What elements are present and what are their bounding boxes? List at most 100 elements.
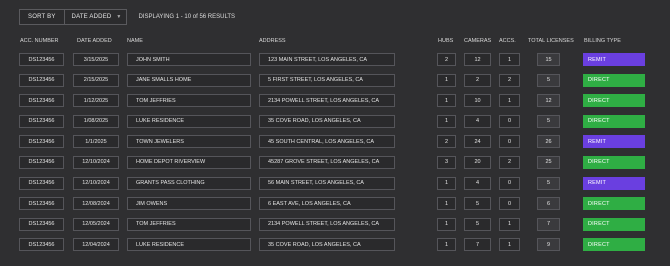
total-licenses-cell: 15 [537,53,560,66]
cameras-cell: 2 [464,73,491,87]
date-added-cell: 1/1/2025 [73,135,119,149]
address-cell: 45287 GROVE STREET, LOS ANGELES, CA [259,155,395,169]
hubs-cell: 2 [437,53,456,66]
sort-label: SORT BY [20,10,65,24]
billing-type-badge[interactable]: DIRECT [583,94,645,108]
date-added-cell: 12/04/2024 [73,238,119,252]
total-licenses-cell: 5 [537,73,560,87]
chevron-down-icon: ▼ [116,14,122,20]
header-date-added[interactable]: DATE ADDED [77,38,112,44]
name-cell: LUKE RESIDENCE [127,114,251,128]
acc-number-cell: DS123456 [19,135,64,149]
name-cell: TOWN JEWELERS [127,135,251,149]
address-cell: 35 COVE ROAD, LOS ANGELES, CA [259,114,395,128]
date-added-cell: 3/15/2025 [73,53,119,66]
cameras-cell: 12 [464,53,491,66]
date-added-cell: 2/15/2025 [73,73,119,87]
table-body: DS123456 3/15/2025 JOHN SMITH 123 MAIN STRE… [0,53,670,259]
acc-number-cell: DS123456 [19,53,64,66]
accs-cell: 1 [499,238,520,252]
table-row[interactable]: DS123456 12/10/2024 HOME DEPOT RIVERVIEW 45… [0,155,670,177]
accs-cell: 0 [499,114,520,128]
date-added-cell: 12/08/2024 [73,197,119,211]
header-accs[interactable]: ACCS. [499,38,516,44]
hubs-cell: 1 [437,114,456,128]
name-cell: GRANTS PASS CLOTHING [127,176,251,190]
results-count: DISPLAYING 1 - 10 of 56 RESULTS [138,14,236,20]
acc-number-cell: DS123456 [19,155,64,169]
table-row[interactable]: DS123456 12/05/2024 TOM JEFFRIES 2134 POWEL… [0,217,670,239]
table-row[interactable]: DS123456 12/10/2024 GRANTS PASS CLOTHING 56… [0,176,670,198]
hubs-cell: 3 [437,155,456,169]
address-cell: 2134 POWELL STREET, LOS ANGELES, CA [259,94,395,108]
billing-type-badge[interactable]: DIRECT [583,238,645,252]
table-row[interactable]: DS123456 1/08/2025 LUKE RESIDENCE 35 COVE R… [0,114,670,136]
header-total-licenses[interactable]: TOTAL LICENSES [528,38,574,44]
address-cell: 2134 POWELL STREET, LOS ANGELES, CA [259,217,395,231]
header-cameras[interactable]: CAMERAS [464,38,491,44]
accs-cell: 0 [499,176,520,190]
table-row[interactable]: DS123456 3/15/2025 JOHN SMITH 123 MAIN STRE… [0,53,670,74]
total-licenses-cell: 5 [537,176,560,190]
date-added-cell: 1/12/2025 [73,94,119,108]
billing-type-badge[interactable]: DIRECT [583,197,645,211]
name-cell: JANE SMALLS HOME [127,73,251,87]
header-billing-type[interactable]: BILLING TYPE [584,38,621,44]
accs-cell: 2 [499,155,520,169]
accs-cell: 1 [499,53,520,66]
table-row[interactable]: DS123456 1/1/2025 TOWN JEWELERS 45 SOUTH CE… [0,135,670,156]
billing-type-badge[interactable]: DIRECT [583,114,645,128]
address-cell: 123 MAIN STREET, LOS ANGELES, CA [259,53,395,66]
address-cell: 5 FIRST STREET, LOS ANGELES, CA [259,73,395,87]
cameras-cell: 10 [464,94,491,108]
total-licenses-cell: 6 [537,197,560,211]
table-row[interactable]: DS123456 12/04/2024 LUKE RESIDENCE 35 COVE … [0,238,670,259]
header-address[interactable]: ADDRESS [259,38,286,44]
header-acc-number[interactable]: ACC. NUMBER [20,38,59,44]
total-licenses-cell: 5 [537,114,560,128]
address-cell: 35 COVE ROAD, LOS ANGELES, CA [259,238,395,252]
hubs-cell: 1 [437,94,456,108]
hubs-cell: 1 [437,238,456,252]
sort-dropdown[interactable]: DATE ADDED ▼ [65,10,126,24]
name-cell: TOM JEFFRIES [127,94,251,108]
table-row[interactable]: DS123456 12/08/2024 JIM OWENS 6 EAST AVE, L… [0,197,670,218]
total-licenses-cell: 25 [537,155,560,169]
sort-value: DATE ADDED [71,14,112,20]
billing-type-badge[interactable]: REMIT [583,176,645,190]
total-licenses-cell: 26 [537,135,560,149]
header-hubs[interactable]: HUBS [438,38,453,44]
hubs-cell: 1 [437,217,456,231]
accs-cell: 1 [499,217,520,231]
address-cell: 56 MAIN STREET, LOS ANGELES, CA [259,176,395,190]
hubs-cell: 1 [437,176,456,190]
acc-number-cell: DS123456 [19,238,64,252]
name-cell: JOHN SMITH [127,53,251,66]
total-licenses-cell: 12 [537,94,560,108]
cameras-cell: 5 [464,197,491,211]
hubs-cell: 1 [437,73,456,87]
cameras-cell: 4 [464,176,491,190]
cameras-cell: 20 [464,155,491,169]
accs-cell: 2 [499,73,520,87]
total-licenses-cell: 9 [537,238,560,252]
billing-type-badge[interactable]: DIRECT [583,155,645,169]
billing-type-badge[interactable]: DIRECT [583,217,645,231]
header-name[interactable]: NAME [127,38,143,44]
cameras-cell: 4 [464,114,491,128]
billing-type-badge[interactable]: DIRECT [583,73,645,87]
table-row[interactable]: DS123456 2/15/2025 JANE SMALLS HOME 5 FIRST… [0,73,670,95]
acc-number-cell: DS123456 [19,217,64,231]
toolbar: SORT BY DATE ADDED ▼ DISPLAYING 1 - 10 o… [19,9,236,25]
table-row[interactable]: DS123456 1/12/2025 TOM JEFFRIES 2134 POWELL… [0,94,670,115]
name-cell: TOM JEFFRIES [127,217,251,231]
accs-cell: 0 [499,135,520,149]
cameras-cell: 7 [464,238,491,252]
hubs-cell: 2 [437,135,456,149]
acc-number-cell: DS123456 [19,73,64,87]
billing-type-badge[interactable]: REMIT [583,135,645,149]
accs-cell: 1 [499,94,520,108]
date-added-cell: 12/05/2024 [73,217,119,231]
billing-type-badge[interactable]: REMIT [583,53,645,66]
accs-cell: 0 [499,197,520,211]
